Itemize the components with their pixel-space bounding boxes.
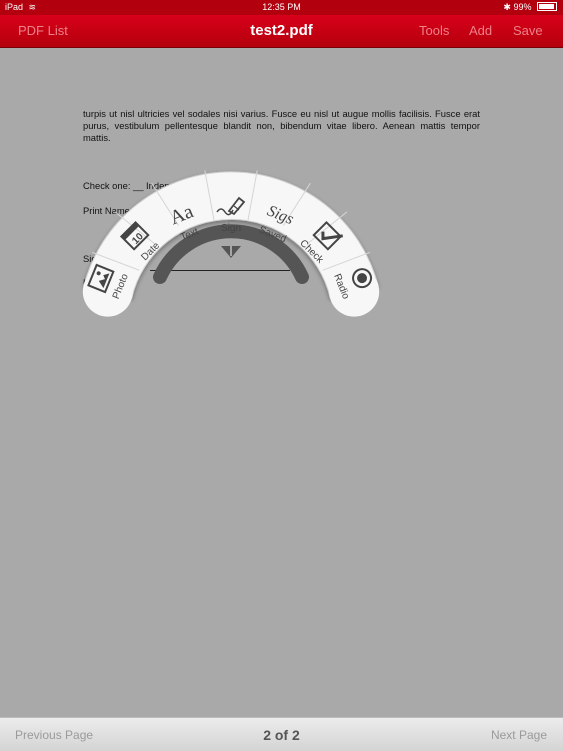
status-time: 12:35 PM bbox=[262, 2, 301, 12]
signature-line-label: Sig bbox=[83, 253, 97, 264]
add-button[interactable]: Add bbox=[469, 23, 492, 38]
status-bar: iPad ≋ 12:35 PM ✱ 99% bbox=[0, 0, 563, 15]
check-one-line-tail: ation bbox=[250, 180, 271, 191]
battery-percent: 99% bbox=[513, 2, 532, 12]
bottom-toolbar: Previous Page 2 of 2 Next Page bbox=[0, 717, 563, 751]
page-indicator: 2 of 2 bbox=[263, 727, 300, 743]
bluetooth-icon: ✱ bbox=[503, 2, 511, 12]
battery-icon bbox=[537, 2, 557, 11]
signature-underline bbox=[150, 270, 290, 271]
print-name-line: Print Name _ bbox=[83, 205, 138, 216]
tools-button[interactable]: Tools bbox=[419, 23, 449, 38]
document-paragraph: turpis ut nisl ultricies vel sodales nis… bbox=[83, 108, 480, 143]
menu-label-sign: Sign bbox=[221, 223, 241, 234]
check-one-line: Check one: __ Independent bbox=[83, 180, 199, 191]
nav-bar: PDF List test2.pdf Tools Add Save bbox=[0, 15, 563, 48]
save-button[interactable]: Save bbox=[513, 23, 543, 38]
next-page-button[interactable]: Next Page bbox=[491, 728, 547, 742]
pdf-page[interactable]: turpis ut nisl ultricies vel sodales nis… bbox=[0, 48, 563, 717]
status-right: ✱ 99% bbox=[503, 2, 557, 13]
